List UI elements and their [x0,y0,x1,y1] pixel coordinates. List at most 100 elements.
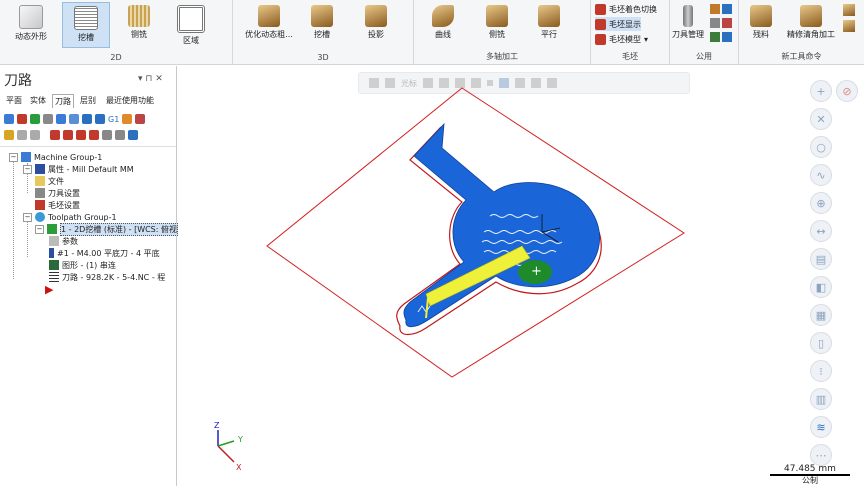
tree-node-geometry[interactable]: 图形 - (1) 串连 [49,259,116,271]
pan-icon: ✕ [816,112,826,126]
list-icon[interactable] [710,18,720,28]
regenerate-icon[interactable] [43,114,53,124]
tree-node-stock-settings[interactable]: 毛坯设置 [35,199,80,211]
curve-button[interactable]: 曲线 [420,2,466,46]
ribbon: 动态外形 挖槽 铡铣 区域 2D 优化动态粗... 挖槽 投影 3D 曲线 侧铣… [0,0,864,65]
backplot-icon[interactable] [69,114,79,124]
tree-node-tool[interactable]: #1 - M4.00 平底刀 - 4 平底 [49,247,160,259]
plus-icon: + [816,84,826,98]
fine-corner-icon [800,5,822,27]
stock-shade-toggle-button[interactable]: 毛坯着色切换 [595,2,657,16]
projection-button[interactable]: 投影 [353,2,399,46]
chevron-down-icon: ▾ [644,34,649,44]
toolpath-manager-panel: 刀路 ▾ ⊓ ✕ 平面 实体 刀路 层别 最近使用功能 G1 − Machine… [0,66,179,486]
move-down-icon[interactable] [50,130,60,140]
optimized-dynamic-rough-button[interactable]: 优化动态粗... [241,2,297,46]
residual-button[interactable]: 残料 [743,2,779,46]
deselect-icon[interactable] [17,114,27,124]
stock-display-icon [595,18,606,30]
dynamic-contour-button[interactable]: 动态外形 [8,2,54,46]
toolpath-icon [49,272,59,282]
verify-icon[interactable] [82,114,92,124]
stop-button[interactable]: ⊘ [836,80,858,102]
ribbon-group-newtools: 残料 精修清角加工 新工具命令 [739,0,864,64]
regenerate-dirty-icon[interactable] [56,114,66,124]
scroll-icon[interactable] [89,130,99,140]
tree-node-tool-settings[interactable]: 刀具设置 [35,187,80,199]
grid-icon[interactable] [722,32,732,42]
tab-plane[interactable]: 平面 [4,94,24,107]
circle-icon: ○ [816,140,826,154]
lock-icon[interactable] [4,130,14,140]
edit-icon[interactable] [710,4,720,14]
curve-view-button[interactable]: ∿ [810,164,832,186]
tree-node-toolpath-group[interactable]: − Toolpath Group-1 [23,211,117,223]
collapse-toggle-icon[interactable]: − [35,224,44,234]
table-icon[interactable] [710,32,720,42]
measure-view-button[interactable]: ▤ [810,248,832,270]
post-icon[interactable] [122,114,133,124]
collapse-toggle-icon[interactable]: − [9,152,18,162]
parameters-icon [49,236,59,246]
collapse-icon[interactable] [115,130,125,140]
analyze-button[interactable]: ▥ [810,388,832,410]
measure-icon[interactable] [722,4,732,14]
tree-node-operation-1[interactable]: − 1 - 2D挖槽 (标准) - [WCS: 俯视 [35,222,179,236]
collapse-toggle-icon[interactable]: − [23,212,32,222]
tool-manager-button[interactable]: 刀具管理 [670,2,706,46]
panel-controls[interactable]: ▾ ⊓ ✕ [138,74,163,84]
extra-tool-icon[interactable] [843,4,855,16]
side-mill-multiaxis-button[interactable]: 侧铣 [474,2,520,46]
tree-node-toolpath[interactable]: 刀路 - 928.2K - 5-4.NC - 程 [49,271,165,283]
tab-toolpaths[interactable]: 刀路 [52,94,74,108]
select-failed-icon[interactable] [30,114,40,124]
tree-node-files[interactable]: 文件 [35,175,64,187]
extra-tool-icon-2[interactable] [843,20,855,32]
tree-node-machine-group[interactable]: − Machine Group-1 [9,151,102,163]
move-up-icon[interactable] [63,130,73,140]
g1-icon[interactable]: G1 [108,115,119,124]
expand-icon[interactable] [102,130,112,140]
tab-levels[interactable]: 层别 [78,94,98,107]
shaded-button[interactable]: ◧ [810,276,832,298]
wireframe-button[interactable]: ▦ [810,304,832,326]
tab-solids[interactable]: 实体 [28,94,48,107]
insert-arrow-icon[interactable] [76,130,86,140]
pocket-button[interactable]: 挖槽 [62,2,110,48]
orbit-button[interactable]: ⊕ [810,192,832,214]
stock-display-button[interactable]: 毛坯显示 [595,17,641,31]
wrench-icon[interactable] [722,18,732,28]
graphics-viewport[interactable]: 光标 + Z Y X + ⊘ ✕ ○ ∿ ⊕ ↔ ▤ ◧ ▦ ▯ ⁝ ▥ ≋ ⋯… [178,66,864,486]
parallel-button[interactable]: 平行 [526,2,572,46]
pocket-3d-button[interactable]: 挖槽 [299,2,345,46]
rotate-button[interactable]: ○ [810,136,832,158]
residual-icon [750,5,772,27]
side-mill-button[interactable]: 铡铣 [116,2,162,46]
insert-arrow-marker[interactable]: ▶ [45,283,53,296]
fine-corner-button[interactable]: 精修清角加工 [783,2,839,46]
highfeed-icon[interactable] [135,114,146,124]
info-button[interactable]: ⁝ [810,360,832,382]
help-icon[interactable] [128,130,138,140]
projection-icon [365,5,387,27]
tab-recent-functions[interactable]: 最近使用功能 [104,94,156,107]
stock-model-button[interactable]: 毛坯模型 ▾ [595,32,648,46]
tree-node-properties[interactable]: − 属性 - Mill Default MM [23,163,134,175]
pocket-3d-icon [311,5,333,27]
zoom-window-button[interactable]: + [810,80,832,102]
toggle-post-icon[interactable] [30,130,40,140]
ribbon-group-2d: 动态外形 挖槽 铡铣 区域 2D [0,0,233,64]
pan-button[interactable]: ✕ [810,108,832,130]
area-button[interactable]: 区域 [168,2,214,46]
section-button[interactable]: ▯ [810,332,832,354]
collapse-toggle-icon[interactable]: − [23,164,32,174]
toggle-display-icon[interactable] [17,130,27,140]
more-button[interactable]: ⋯ [810,444,832,466]
tool-settings-icon [35,188,45,198]
simulate-icon[interactable] [95,114,105,124]
select-all-icon[interactable] [4,114,14,124]
layers-button[interactable]: ≋ [810,416,832,438]
ribbon-group-stock: 毛坯着色切换 毛坯显示 毛坯模型 ▾ 毛坯 [591,0,670,64]
fit-button[interactable]: ↔ [810,220,832,242]
tree-node-parameters[interactable]: 参数 [49,235,78,247]
